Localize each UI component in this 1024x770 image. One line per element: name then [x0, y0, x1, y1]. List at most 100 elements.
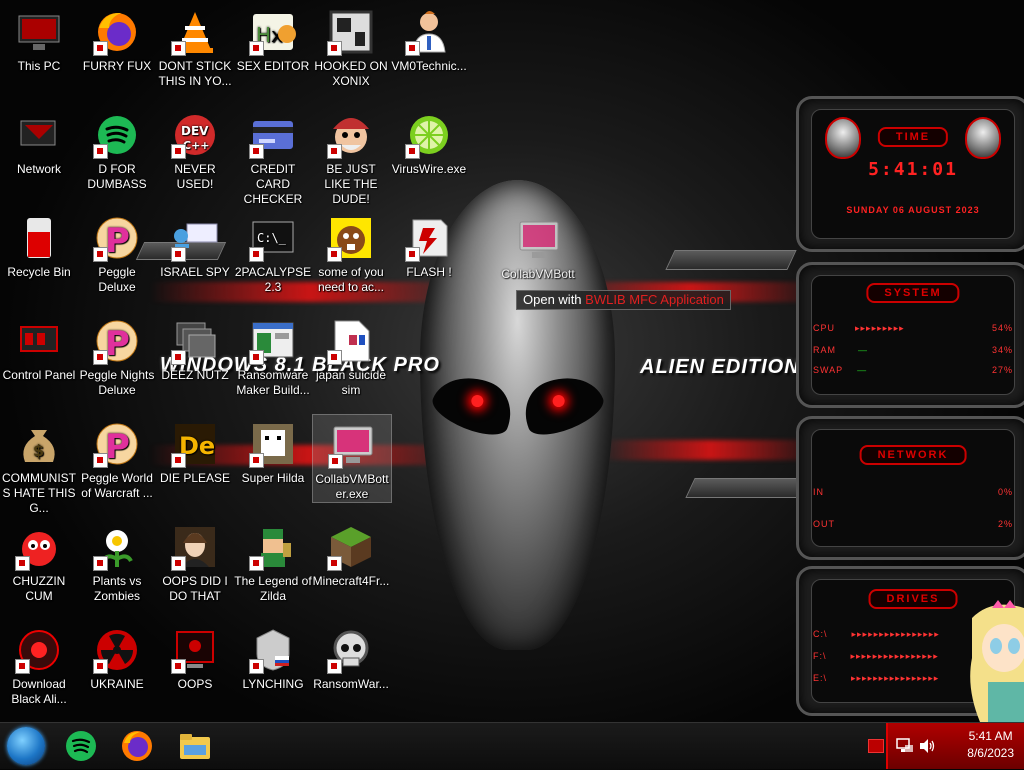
alien-left-eye	[427, 364, 521, 444]
desktop-icon[interactable]: HOOKED ON XONIX	[312, 2, 390, 89]
file-explorer-icon	[180, 734, 210, 759]
drives-gadget-title: DRIVES	[868, 589, 958, 609]
desktop-icon-label: 2PACALYPSE 2.3	[234, 265, 312, 294]
taskbar: 5:41 AM 8/6/2023	[0, 722, 1024, 769]
desktop-icon-label: Control Panel	[2, 368, 76, 382]
desktop-icon[interactable]: LYNCHING	[234, 620, 312, 692]
desktop-icon[interactable]: VM0Technic...	[390, 2, 468, 74]
desktop-icon[interactable]: Hx SEX EDITOR	[234, 2, 312, 74]
dragging-icon[interactable]: CollabVMBott	[499, 210, 577, 282]
desktop-icon-label: COMMUNISTS HATE THIS G...	[2, 471, 76, 515]
svg-text:P: P	[105, 324, 130, 364]
windows-icon	[171, 317, 219, 365]
desktop-icon[interactable]: Download Black Ali...	[0, 620, 78, 707]
shortcut-arrow-icon	[405, 247, 420, 262]
desktop-icon-label: This PC	[17, 59, 61, 73]
desktop-icon[interactable]: $ COMMUNISTS HATE THIS G...	[0, 414, 78, 516]
desktop-icon[interactable]: DONT STICK THIS IN YO...	[156, 2, 234, 89]
network-icon[interactable]	[896, 738, 914, 754]
desktop-icon[interactable]: Network	[0, 105, 78, 177]
drag-tooltip-prefix: Open with	[523, 292, 582, 307]
desktop-icon[interactable]: CHUZZIN CUM	[0, 517, 78, 604]
shortcut-arrow-icon	[171, 144, 186, 159]
firefox-icon	[93, 8, 141, 56]
cartoon-character-sticker	[962, 598, 1024, 722]
desktop-icon[interactable]: Minecraft4Fr...	[312, 517, 390, 589]
drive-label: C:\	[813, 629, 828, 639]
shortcut-arrow-icon	[249, 556, 264, 571]
desktop-icon-label: CHUZZIN CUM	[12, 574, 66, 603]
window-app-icon	[249, 317, 297, 365]
desktop-icon[interactable]: FURRY FUX	[78, 2, 156, 74]
desktop-icon[interactable]: CollabVMBott er.exe	[312, 414, 392, 503]
time-gadget[interactable]: TIME 5:41:01 SUNDAY 06 AUGUST 2023	[796, 96, 1024, 252]
shortcut-arrow-icon	[171, 41, 186, 56]
drag-tooltip-app: BWLIB MFC Application	[585, 292, 724, 307]
desktop-icon[interactable]: C:\_ 2PACALYPSE 2.3	[234, 208, 312, 295]
desktop-icon[interactable]: RansomWar...	[312, 620, 390, 692]
system-gadget[interactable]: SYSTEM CPU ▸▸▸▸▸▸▸▸▸ 54% RAM —34% SWAP —27%	[796, 262, 1024, 408]
desktop-icon-label: some of you need to ac...	[317, 265, 385, 294]
desktop-icon[interactable]: japan suicide sim	[312, 311, 390, 398]
net-out-value: 2%	[997, 519, 1013, 529]
desktop-icon[interactable]: DEEZ NUTZ	[156, 311, 234, 383]
desktop-icon-label: Ransomware Maker Build...	[236, 368, 310, 397]
desktop-icon[interactable]: Control Panel	[0, 311, 78, 383]
net-in-label: IN	[813, 487, 824, 497]
desktop-icon[interactable]: Recycle Bin	[0, 208, 78, 280]
chuzzle-icon	[15, 523, 63, 571]
desktop-icon[interactable]: De DIE PLEASE	[156, 414, 234, 486]
shortcut-arrow-icon	[171, 350, 186, 365]
taskbar-clock[interactable]: 5:41 AM 8/6/2023	[967, 728, 1014, 762]
monitor-icon	[328, 421, 376, 469]
drive-label: F:\	[813, 651, 827, 661]
monitor-icon	[514, 216, 562, 264]
shortcut-arrow-icon	[93, 659, 108, 674]
desktop-icon[interactable]: P Peggle Nights Deluxe	[78, 311, 156, 398]
taskbar-firefox-button[interactable]	[118, 727, 156, 765]
desktop-icon[interactable]: VirusWire.exe	[390, 105, 468, 177]
desktop-icon[interactable]: FLASH !	[390, 208, 468, 280]
shortcut-arrow-icon	[327, 247, 342, 262]
network-icon	[15, 111, 63, 159]
desktop-icon[interactable]: BE JUST LIKE THE DUDE!	[312, 105, 390, 207]
desktop-icon-label: D FOR DUMBASS	[87, 162, 147, 191]
show-hidden-icons[interactable]	[868, 739, 884, 753]
desktop-icon[interactable]: ISRAEL SPY	[156, 208, 234, 280]
desktop-icon[interactable]: UKRAINE	[78, 620, 156, 692]
swap-row: SWAP —27%	[813, 365, 1013, 375]
network-gadget[interactable]: NETWORK IN 0% OUT 2%	[796, 416, 1024, 560]
desktop-icon-label: CREDIT CARD CHECKER	[243, 162, 303, 206]
shortcut-arrow-icon	[171, 247, 186, 262]
red-monitor-icon	[171, 626, 219, 674]
firefox-icon	[122, 731, 152, 761]
net-in-row: IN 0%	[813, 487, 1013, 497]
system-tray: 5:41 AM 8/6/2023	[886, 723, 1024, 769]
desktop-icon[interactable]: OOPS	[156, 620, 234, 692]
desktop-icon-label: UKRAINE	[90, 677, 144, 691]
desktop-icon[interactable]: CREDIT CARD CHECKER	[234, 105, 312, 207]
taskbar-file-explorer-button[interactable]	[176, 727, 214, 765]
desktop-icon[interactable]: P Peggle World of Warcraft ...	[78, 414, 156, 501]
shortcut-arrow-icon	[327, 350, 342, 365]
desktop-icon-label: OOPS DID I DO THAT	[162, 574, 228, 603]
desktop-icon[interactable]: The Legend of Zilda	[234, 517, 312, 604]
desktop-icon[interactable]: P Peggle Deluxe	[78, 208, 156, 295]
control-panel-icon	[15, 317, 63, 365]
start-button[interactable]	[7, 727, 45, 765]
desktop-icon[interactable]: DEV C++ NEVER USED!	[156, 105, 234, 192]
clock-date: 8/6/2023	[967, 746, 1014, 760]
svg-text:P: P	[105, 427, 130, 467]
desktop-icon[interactable]: This PC	[0, 2, 78, 74]
volume-icon[interactable]	[918, 738, 936, 754]
zelda-icon	[249, 523, 297, 571]
ram-value: 34%	[991, 345, 1013, 355]
desktop-icon-label: Network	[16, 162, 61, 176]
desktop-icon[interactable]: OOPS DID I DO THAT	[156, 517, 234, 604]
desktop-icon[interactable]: D FOR DUMBASS	[78, 105, 156, 192]
desktop-icon[interactable]: Ransomware Maker Build...	[234, 311, 312, 398]
desktop-icon[interactable]: some of you need to ac...	[312, 208, 390, 295]
desktop-icon[interactable]: Plants vs Zombies	[78, 517, 156, 604]
desktop-icon[interactable]: Super Hilda	[234, 414, 312, 486]
taskbar-spotify-button[interactable]	[62, 727, 100, 765]
